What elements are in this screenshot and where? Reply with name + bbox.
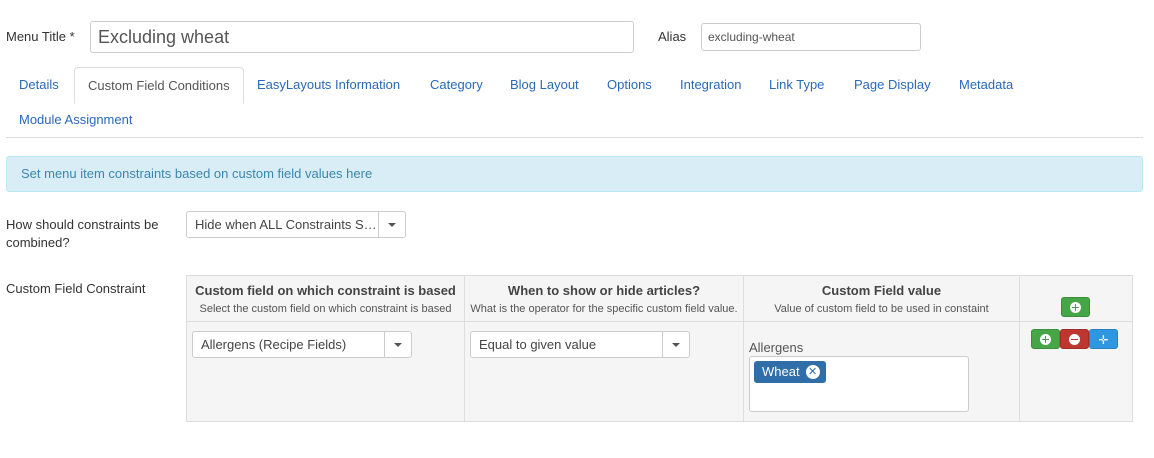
column-title: Custom field on which constraint is base… (195, 283, 456, 298)
caret-down-icon (394, 342, 402, 347)
dropdown-toggle[interactable] (662, 332, 689, 357)
tab-blog-layout[interactable]: Blog Layout (497, 67, 592, 103)
column-header: Custom Field value Value of custom field… (744, 276, 1019, 322)
alias-label: Alias (658, 29, 687, 44)
alias-input[interactable] (701, 23, 921, 51)
value-field-label: Allergens (749, 340, 804, 355)
custom-field-select[interactable]: Allergens (Recipe Fields) (192, 331, 412, 358)
column-header: Custom field on which constraint is base… (187, 276, 464, 322)
add-after-button[interactable] (1031, 329, 1060, 349)
tab-category[interactable]: Category (417, 67, 496, 103)
combine-constraints-value: Hide when ALL Constraints S… (195, 217, 375, 232)
column-actions: ✛ (1020, 276, 1132, 421)
caret-down-icon (672, 342, 680, 347)
tab-custom-field-conditions[interactable]: Custom Field Conditions (74, 67, 244, 104)
column-title: Custom Field value (821, 283, 942, 298)
column-subtitle: Value of custom field to be used in cons… (774, 303, 989, 315)
menu-title-input[interactable] (90, 21, 634, 53)
move-row-button[interactable]: ✛ (1089, 329, 1118, 349)
plus-circle-icon (1040, 334, 1051, 346)
tab-bar: Details Custom Field Conditions EasyLayo… (6, 67, 1143, 138)
column-subtitle: What is the operator for the specific cu… (470, 303, 738, 315)
tab-integration[interactable]: Integration (667, 67, 754, 103)
constraint-table: Custom field on which constraint is base… (186, 275, 1133, 422)
custom-field-value: Allergens (Recipe Fields) (201, 337, 347, 352)
tag-chip: Wheat ✕ (754, 361, 826, 383)
tab-metadata[interactable]: Metadata (946, 67, 1026, 103)
combine-constraints-label: How should constraints be combined? (6, 217, 159, 250)
column-title: When to show or hide articles? (507, 283, 701, 298)
value-tag-input[interactable]: Wheat ✕ (749, 356, 969, 412)
column-header: When to show or hide articles? What is t… (465, 276, 743, 322)
column-value: Custom Field value Value of custom field… (744, 276, 1020, 421)
tab-details[interactable]: Details (6, 67, 72, 103)
info-alert: Set menu item constraints based on custo… (6, 156, 1143, 192)
move-icon: ✛ (1098, 333, 1109, 347)
custom-field-constraint-label: Custom Field Constraint (6, 281, 146, 296)
minus-circle-icon (1069, 334, 1080, 346)
column-field: Custom field on which constraint is base… (187, 276, 465, 421)
column-header (1020, 276, 1132, 322)
tab-link-type[interactable]: Link Type (756, 67, 837, 103)
operator-value: Equal to given value (479, 337, 597, 352)
dropdown-toggle[interactable] (384, 332, 411, 357)
column-subtitle: Select the custom field on which constra… (199, 303, 452, 315)
caret-down-icon (388, 222, 396, 227)
column-operator: When to show or hide articles? What is t… (465, 276, 744, 421)
tab-easylayouts-information[interactable]: EasyLayouts Information (244, 67, 413, 103)
tab-page-display[interactable]: Page Display (841, 67, 944, 103)
tab-module-assignment[interactable]: Module Assignment (6, 102, 145, 138)
dropdown-toggle[interactable] (378, 212, 405, 237)
remove-row-button[interactable] (1060, 329, 1089, 349)
combine-constraints-select[interactable]: Hide when ALL Constraints S… (186, 211, 406, 238)
menu-title-label: Menu Title * (6, 29, 75, 44)
plus-circle-icon (1070, 302, 1081, 314)
tag-label: Wheat (762, 364, 800, 379)
tab-options[interactable]: Options (594, 67, 665, 103)
remove-circle-icon[interactable]: ✕ (805, 365, 820, 379)
operator-select[interactable]: Equal to given value (470, 331, 690, 358)
add-row-button[interactable] (1061, 297, 1090, 317)
